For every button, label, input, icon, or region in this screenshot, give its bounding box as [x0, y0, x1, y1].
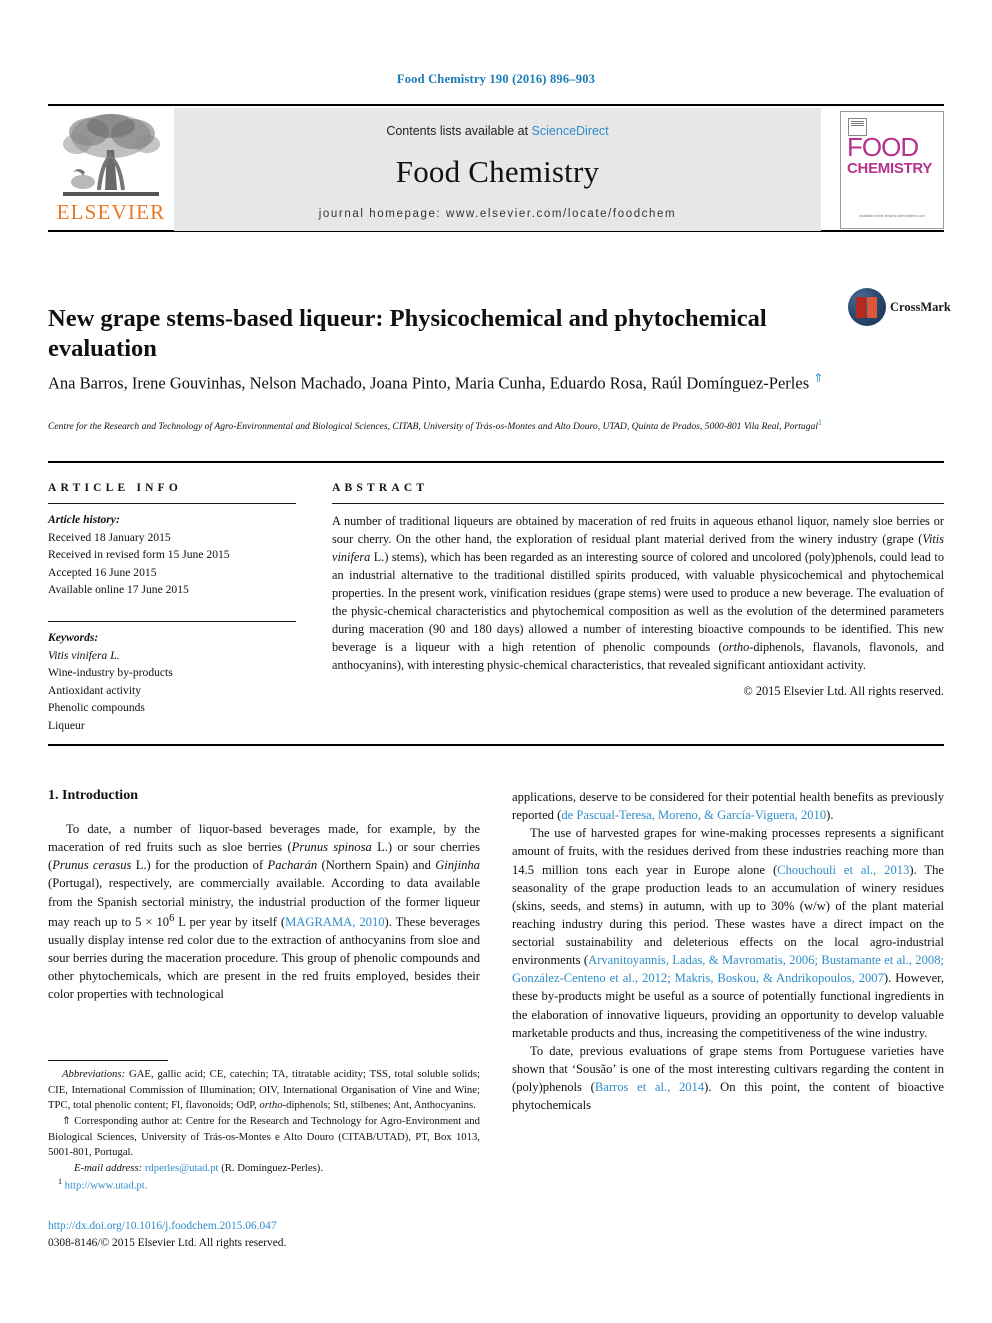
footnote-url: 1 http://www.utad.pt.	[48, 1176, 480, 1194]
intro-p1-c: L.) for the production of	[131, 858, 268, 873]
article-info-divider	[48, 503, 296, 504]
divider-bottom	[48, 744, 944, 746]
section-heading-introduction: 1. Introduction	[48, 788, 138, 803]
masthead-center: Contents lists available at ScienceDirec…	[174, 108, 821, 231]
footnote-email: E-mail address: rdperles@utad.pt (R. Dom…	[48, 1161, 480, 1177]
institution-url-link[interactable]: http://www.utad.pt.	[65, 1180, 148, 1192]
journal-cover-thumbnail: FOOD CHEMISTRY Available online at www.s…	[840, 111, 944, 229]
journal-title: Food Chemistry	[395, 154, 600, 189]
history-accepted: Accepted 16 June 2015	[48, 565, 157, 579]
intro-species-1: Prunus spinosa	[291, 840, 372, 855]
abstract-heading: ABSTRACT	[332, 482, 429, 494]
corresponding-author-marker: ⇑	[813, 371, 824, 385]
abbreviations-label: Abbreviations:	[62, 1068, 126, 1080]
contents-available-line: Contents lists available at ScienceDirec…	[174, 108, 821, 138]
abbreviations-ortho: ortho	[259, 1099, 283, 1112]
cover-footer-text: Available online at www.sciencedirect.co…	[859, 214, 925, 218]
keyword-item: Phenolic compounds	[48, 701, 145, 715]
affiliation-footnote-marker: 1	[818, 418, 822, 427]
intro-cont-b: ).	[826, 808, 834, 823]
keyword-item: Vitis vinifera L.	[48, 648, 120, 662]
issn-copyright: 0308-8146/© 2015 Elsevier Ltd. All right…	[48, 1237, 287, 1250]
intro-paragraph-2: The use of harvested grapes for wine-mak…	[512, 824, 944, 1042]
history-received: Received 18 January 2015	[48, 530, 171, 544]
cover-title-chemistry: CHEMISTRY	[847, 160, 933, 177]
history-online: Available online 17 June 2015	[48, 583, 189, 597]
keyword-item: Liqueur	[48, 719, 85, 733]
affiliation-text: Centre for the Research and Technology o…	[48, 421, 818, 433]
contents-prefix: Contents lists available at	[386, 124, 532, 138]
crossmark-icon	[848, 288, 886, 326]
abstract-ortho-prefix: ortho	[722, 639, 750, 654]
article-info-heading: ARTICLE INFO	[48, 482, 183, 494]
page-title: New grape stems-based liqueur: Physicoch…	[48, 305, 767, 363]
running-head: Food Chemistry 190 (2016) 896–903	[396, 72, 596, 86]
article-history-block: Article history: Received 18 January 201…	[48, 511, 296, 599]
citation-link[interactable]: de Pascual-Teresa, Moreno, & García-Vigu…	[561, 808, 826, 822]
body-column-left: 1. Introduction To date, a number of liq…	[48, 788, 480, 1003]
footnotes-section: Abbreviations: GAE, gallic acid; CE, cat…	[48, 1060, 480, 1195]
abstract-part-2: L.) stems), which has been regarded as a…	[332, 549, 944, 654]
intro-product-1: Pacharán	[267, 858, 318, 873]
intro-paragraph-1: To date, a number of liquor-based bevera…	[48, 820, 480, 1003]
intro-species-2: Prunus cerasus	[52, 858, 132, 873]
crossmark-book-icon	[856, 297, 878, 318]
journal-masthead: ELSEVIER Contents lists available at Sci…	[48, 104, 944, 232]
crossmark-book-right	[867, 297, 877, 318]
article-info-section: ARTICLE INFO Article history: Received 1…	[48, 482, 296, 735]
article-page: Food Chemistry 190 (2016) 896–903 ELSEVI…	[0, 0, 992, 1323]
doi-link[interactable]: http://dx.doi.org/10.1016/j.foodchem.201…	[48, 1218, 548, 1235]
intro-p1-f: L per year by itself (	[174, 914, 286, 929]
keywords-label: Keywords:	[48, 631, 99, 645]
divider-top	[48, 461, 944, 463]
crossmark-badge[interactable]: CrossMark	[848, 288, 951, 330]
body-column-right: applications, deserve to be considered f…	[512, 788, 944, 1114]
abbreviations-tail: -diphenols; Stl, stilbenes; Ant, Anthocy…	[282, 1099, 476, 1112]
footnote-corresponding-author: ⇑ Corresponding author at: Centre for th…	[48, 1114, 480, 1159]
crossmark-label: CrossMark	[890, 300, 951, 314]
citation-link[interactable]: Chouchouli et al., 2013	[777, 863, 909, 877]
intro-product-2: Ginjinha	[435, 858, 480, 873]
elsevier-tree-icon	[63, 114, 160, 196]
footnote-abbreviations: Abbreviations: GAE, gallic acid; CE, cat…	[48, 1067, 480, 1114]
intro-p2-b: ). The seasonality of the grape producti…	[512, 862, 944, 968]
intro-p1-d: (Northern Spain) and	[317, 858, 436, 873]
email-owner: (R. Domínguez-Perles).	[218, 1161, 323, 1174]
imprint-block: http://dx.doi.org/10.1016/j.foodchem.201…	[48, 1218, 548, 1252]
abstract-divider	[332, 503, 944, 504]
keyword-item: Antioxidant activity	[48, 683, 142, 697]
abstract-section: ABSTRACT A number of traditional liqueur…	[332, 482, 944, 699]
history-revised: Received in revised form 15 June 2015	[48, 548, 230, 562]
elsevier-wordmark: ELSEVIER	[56, 200, 166, 224]
keyword-item: Wine-industry by-products	[48, 666, 173, 680]
article-history-label: Article history:	[48, 513, 120, 526]
email-link[interactable]: rdperles@utad.pt	[145, 1162, 219, 1174]
url-footnote-marker: 1	[58, 1177, 62, 1187]
citation-link[interactable]: Barros et al., 2014	[595, 1080, 704, 1094]
keywords-divider	[48, 621, 296, 623]
abstract-part-1: A number of traditional liqueurs are obt…	[332, 514, 944, 546]
citation-link[interactable]: MAGRAMA, 2010	[285, 915, 384, 929]
crossmark-book-left	[856, 297, 866, 318]
author-names: Ana Barros, Irene Gouvinhas, Nelson Mach…	[48, 373, 814, 393]
abstract-copyright: © 2015 Elsevier Ltd. All rights reserved…	[743, 683, 944, 698]
abstract-text: A number of traditional liqueurs are obt…	[332, 513, 944, 675]
cover-title-food: FOOD	[847, 132, 919, 162]
author-list: Ana Barros, Irene Gouvinhas, Nelson Mach…	[48, 370, 838, 395]
keywords-block: Keywords: Vitis vinifera L. Wine-industr…	[48, 629, 296, 735]
intro-paragraph-1-cont: applications, deserve to be considered f…	[512, 788, 944, 824]
sciencedirect-link[interactable]: ScienceDirect	[532, 124, 609, 138]
elsevier-logo: ELSEVIER	[48, 108, 174, 232]
intro-paragraph-3: To date, previous evaluations of grape s…	[512, 1042, 944, 1115]
email-label: E-mail address:	[74, 1161, 143, 1174]
footnote-divider	[48, 1060, 168, 1061]
author-affiliation: Centre for the Research and Technology o…	[48, 417, 944, 434]
journal-homepage-link[interactable]: journal homepage: www.elsevier.com/locat…	[174, 208, 821, 220]
